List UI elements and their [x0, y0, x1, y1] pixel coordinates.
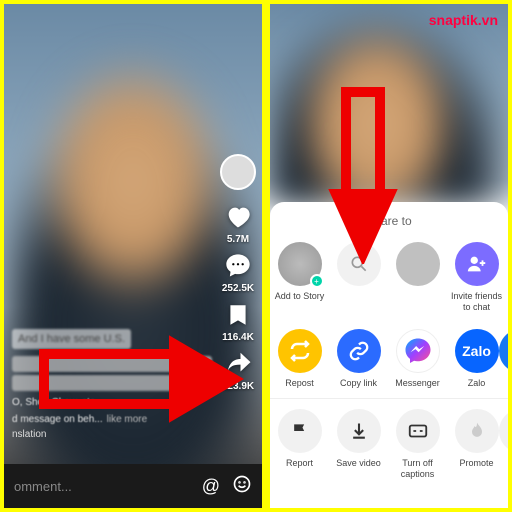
comment-button[interactable]: 252.5K	[222, 251, 254, 294]
zalo-icon: Zalo	[455, 329, 499, 373]
flag-icon	[278, 409, 322, 453]
watermark: snaptik.vn	[429, 12, 498, 28]
facebook-option[interactable]: Fac	[506, 329, 508, 389]
mention-icon[interactable]: @	[202, 476, 220, 497]
divider	[270, 398, 508, 399]
captions-option[interactable]: Turn off captions	[388, 409, 447, 480]
story-avatar-icon: +	[278, 242, 322, 286]
like-count: 5.7M	[227, 234, 249, 245]
translation-link[interactable]: nslation	[12, 429, 212, 440]
fire-icon	[455, 409, 499, 453]
annotation-arrow	[34, 334, 244, 424]
add-to-story[interactable]: + Add to Story	[270, 242, 329, 313]
promote-option[interactable]: Promote	[447, 409, 506, 480]
heart-icon	[223, 202, 253, 232]
share-actions-row: Report Save video Turn off captions Prom…	[270, 405, 508, 484]
bookmark-icon	[223, 300, 253, 330]
report-option[interactable]: Report	[270, 409, 329, 480]
download-icon	[337, 409, 381, 453]
comment-input[interactable]: omment...	[14, 479, 190, 494]
share-sheet-panel: snaptik.vn Share to + Add to Story Invit…	[270, 4, 508, 508]
link-icon	[337, 329, 381, 373]
annotation-arrow	[328, 84, 398, 264]
invite-icon	[455, 242, 499, 286]
repost-icon	[278, 329, 322, 373]
comment-icon	[223, 251, 253, 281]
comment-bar: omment... @	[4, 464, 262, 508]
messenger-icon	[396, 329, 440, 373]
messenger-option[interactable]: Messenger	[388, 329, 447, 389]
save-video-option[interactable]: Save video	[329, 409, 388, 480]
invite-friends[interactable]: Invite friends to chat	[447, 242, 506, 313]
zalo-option[interactable]: Zalo Zalo	[447, 329, 506, 389]
tiktok-feed-panel: 5.7M 252.5K 116.4K 223.9K And I have som…	[4, 4, 262, 508]
more-option[interactable]: D	[506, 409, 508, 480]
contact-avatar-icon	[396, 242, 440, 286]
repost-option[interactable]: Repost	[270, 329, 329, 389]
copy-link-option[interactable]: Copy link	[329, 329, 388, 389]
emoji-icon[interactable]	[232, 474, 252, 499]
like-button[interactable]: 5.7M	[223, 202, 253, 245]
comment-count: 252.5K	[222, 283, 254, 294]
captions-icon	[396, 409, 440, 453]
share-apps-row: Repost Copy link Messenger Zalo Zalo Fac	[270, 325, 508, 393]
profile-avatar[interactable]	[220, 154, 256, 190]
